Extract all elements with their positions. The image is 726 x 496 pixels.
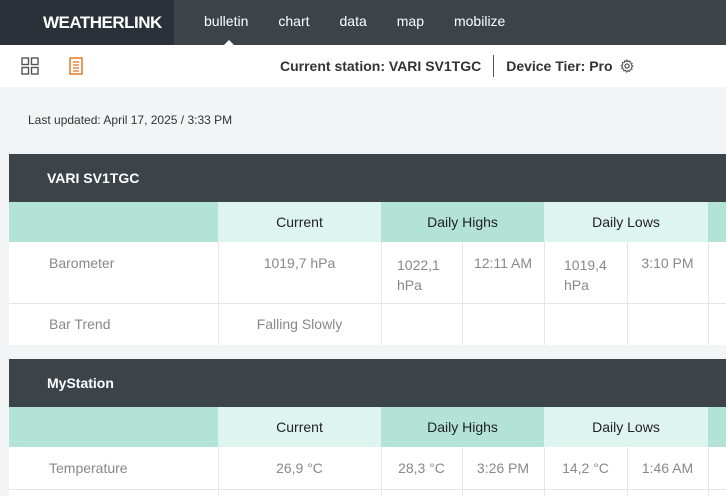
main-nav: bulletin chart data map mobilize: [174, 0, 520, 46]
top-navbar: WEATHERLINK bulletin chart data map mobi…: [0, 0, 726, 46]
header-daily-highs: Daily Highs: [381, 202, 544, 242]
bar-trend-current: Falling Slowly: [256, 316, 343, 332]
nav-mobilize[interactable]: mobilize: [439, 0, 520, 45]
barometer-low-time: 3:10 PM: [641, 255, 694, 271]
section-title: VARI SV1TGC: [9, 154, 726, 202]
temperature-low-value: 14,2 °C: [562, 460, 609, 476]
barometer-high-value: 1022,1 hPa: [397, 257, 440, 293]
temperature-high-time: 3:26 PM: [476, 460, 530, 476]
last-updated-text: Last updated: April 17, 2025 / 3:33 PM: [28, 113, 233, 127]
table-body: Temperature 26,9 °C 28,3 °C 3:26 PM 14,2…: [9, 447, 726, 496]
nav-map[interactable]: map: [382, 0, 439, 45]
header-overflow-cell: [708, 407, 726, 447]
header-daily-lows: Daily Lows: [544, 202, 708, 242]
column-header-row: Current Daily Highs Daily Lows: [9, 202, 726, 242]
temperature-high-value: 28,3 °C: [398, 460, 445, 476]
row-label-bar-trend: Bar Trend: [49, 316, 111, 332]
header-current: Current: [218, 202, 381, 242]
gear-icon[interactable]: [619, 59, 634, 73]
row-label-barometer: Barometer: [49, 255, 115, 271]
grid-view-icon[interactable]: [21, 57, 39, 75]
header-blank-cell: [9, 202, 218, 242]
nav-chart[interactable]: chart: [263, 0, 324, 45]
station-info: Current station: VARI SV1TGC Device Tier…: [280, 45, 634, 87]
barometer-high-time: 12:11 AM: [473, 255, 533, 271]
header-blank-cell: [9, 407, 218, 447]
row-label-temperature: Temperature: [49, 460, 128, 476]
current-station-label: Current station: VARI SV1TGC: [280, 58, 482, 74]
nav-data[interactable]: data: [325, 0, 382, 45]
column-header-row: Current Daily Highs Daily Lows: [9, 407, 726, 447]
toolbar-divider: [493, 55, 495, 77]
temperature-low-time: 1:46 AM: [641, 460, 694, 476]
table-body: Barometer 1019,7 hPa 1022,1 hPa 12:11 AM…: [9, 242, 726, 345]
temperature-current: 26,9 °C: [276, 460, 323, 476]
device-tier-label: Device Tier: Pro: [506, 58, 613, 74]
station-section-vari: VARI SV1TGC Current Daily Highs Daily Lo…: [9, 154, 726, 345]
header-daily-highs: Daily Highs: [381, 407, 544, 447]
section-title: MyStation: [9, 359, 726, 407]
barometer-low-value: 1019,4 hPa: [564, 257, 607, 293]
header-current: Current: [218, 407, 381, 447]
header-overflow-cell: [708, 202, 726, 242]
nav-bulletin[interactable]: bulletin: [174, 0, 263, 46]
bulletin-list-icon[interactable]: [67, 57, 85, 75]
toolbar: Current station: VARI SV1TGC Device Tier…: [0, 45, 726, 87]
station-section-mystation: MyStation Current Daily Highs Daily Lows…: [9, 359, 726, 496]
header-daily-lows: Daily Lows: [544, 407, 708, 447]
barometer-current: 1019,7 hPa: [263, 255, 336, 271]
weatherlink-logo[interactable]: WEATHERLINK: [0, 0, 174, 45]
